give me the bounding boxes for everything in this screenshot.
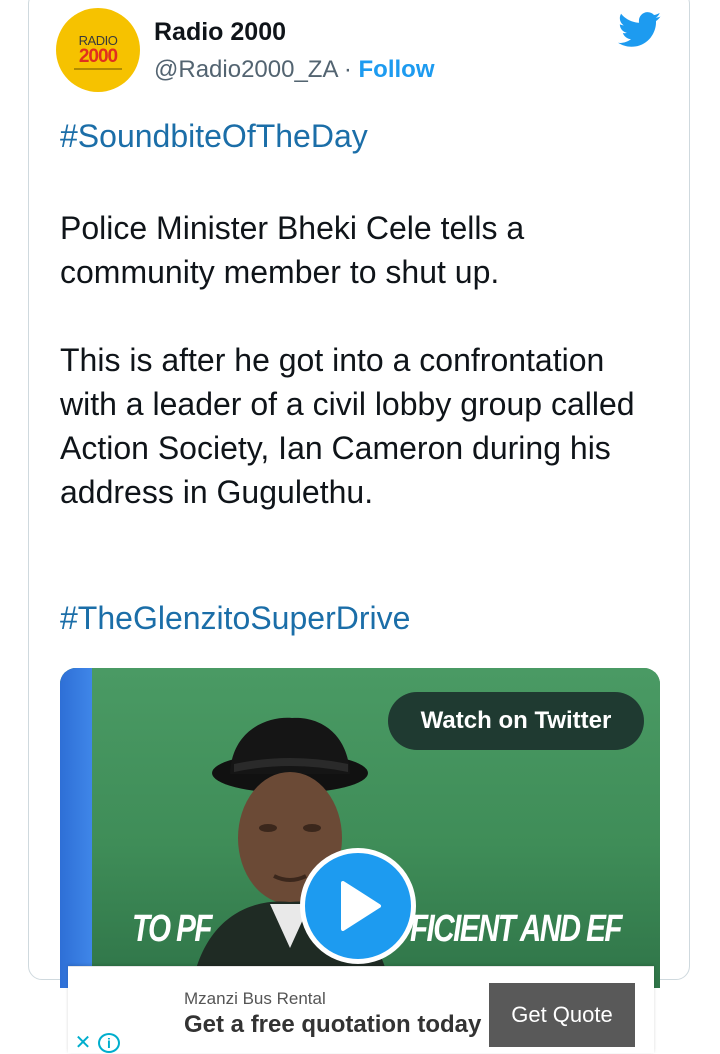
play-button[interactable] [300, 848, 416, 964]
video-banner-left: TO PF [132, 908, 213, 950]
handle-separator: · [343, 56, 352, 83]
video-banner-right: FICIENT AND EF [410, 908, 622, 950]
avatar-logo-stripe [74, 68, 122, 70]
video-blue-strip [60, 668, 92, 988]
avatar[interactable]: RADIO 2000 [56, 8, 140, 92]
tweet-paragraph-2: This is after he got into a confrontatio… [60, 342, 635, 510]
info-icon[interactable]: i [98, 1033, 120, 1053]
ad-brand: Mzanzi Bus Rental [184, 989, 326, 1008]
twitter-bird-icon[interactable] [618, 12, 662, 48]
author-name[interactable]: Radio 2000 [154, 18, 286, 47]
ad-headline[interactable]: Get a free quotation today [184, 1011, 481, 1039]
avatar-logo-text-main: 2000 [78, 46, 118, 67]
close-icon[interactable]: ✕ [72, 1033, 94, 1053]
author-handle[interactable]: @Radio2000_ZA [154, 56, 337, 83]
video-thumbnail[interactable]: TO PF FICIENT AND EF Watch on Twitter [60, 668, 660, 988]
play-icon [341, 881, 381, 931]
tweet-paragraph-1: Police Minister Bheki Cele tells a commu… [60, 210, 525, 290]
watch-on-twitter-button[interactable]: Watch on Twitter [388, 692, 644, 750]
get-quote-button[interactable]: Get Quote [489, 983, 635, 1047]
author-handle-row: @Radio2000_ZA · Follow [154, 56, 434, 84]
hashtag-glenzito[interactable]: #TheGlenzitoSuperDrive [60, 600, 410, 637]
ad-banner[interactable]: Mzanzi Bus Rental Get a free quotation t… [68, 966, 654, 1053]
hashtag-soundbite[interactable]: #SoundbiteOfTheDay [60, 118, 368, 155]
follow-button[interactable]: Follow [359, 56, 435, 83]
